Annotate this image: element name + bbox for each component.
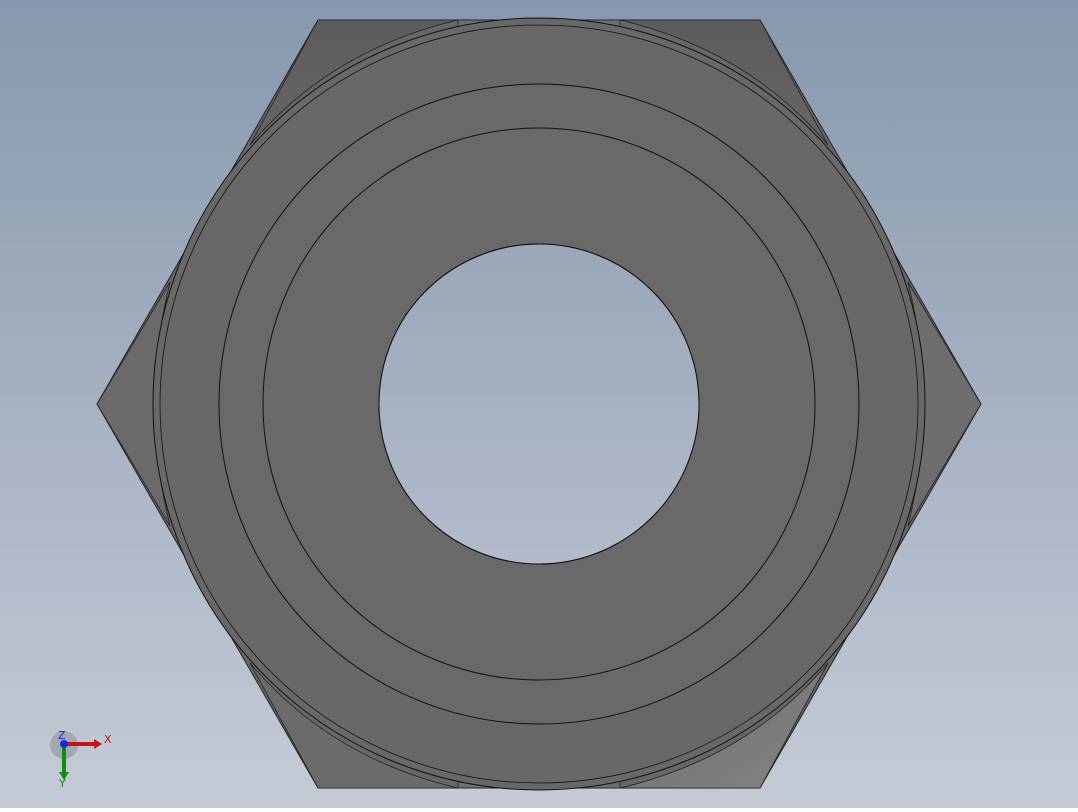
orientation-triad[interactable]: X Y Z <box>48 728 118 790</box>
model-canvas[interactable] <box>0 0 1078 808</box>
x-axis-arrowhead <box>94 739 102 749</box>
x-axis-label: X <box>104 733 112 746</box>
ring-inner <box>262 127 816 681</box>
y-axis-label: Y <box>59 777 66 790</box>
z-axis-label: Z <box>58 729 66 742</box>
graphics-viewport[interactable]: X Y Z <box>0 0 1078 808</box>
